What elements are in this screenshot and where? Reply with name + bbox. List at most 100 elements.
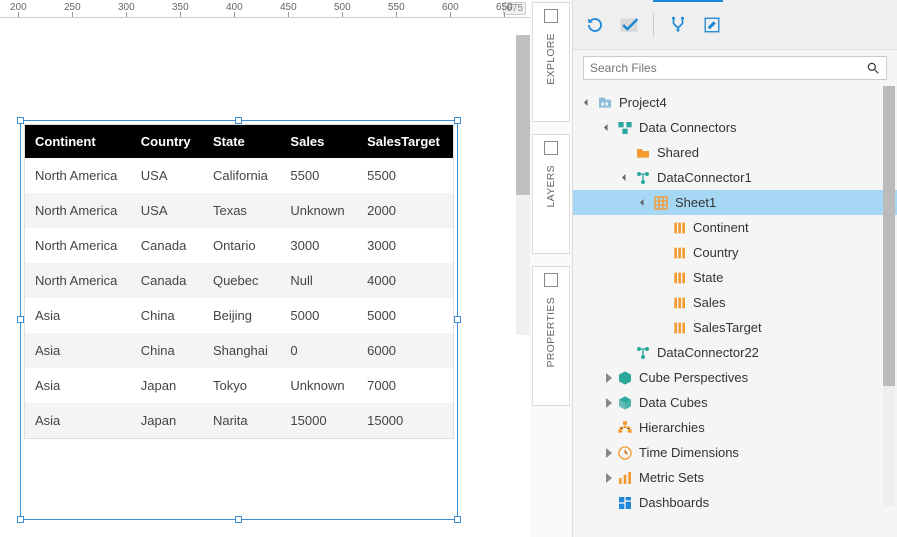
- resize-handle[interactable]: [17, 117, 24, 124]
- table-cell: Quebec: [203, 263, 280, 298]
- tree-item[interactable]: Sales: [573, 290, 897, 315]
- canvas-scrollbar[interactable]: [516, 35, 530, 335]
- tree-item[interactable]: Hierarchies: [573, 415, 897, 440]
- table-cell: Ontario: [203, 228, 280, 263]
- tree-label: Sheet1: [675, 195, 716, 210]
- tree-item[interactable]: Metric Sets: [573, 465, 897, 490]
- column-header[interactable]: Sales: [280, 125, 357, 158]
- expand-arrow-icon[interactable]: [639, 198, 649, 208]
- resize-handle[interactable]: [17, 516, 24, 523]
- resize-handle[interactable]: [454, 117, 461, 124]
- tree-item[interactable]: Sheet1: [573, 190, 897, 215]
- tree-label: DataConnector1: [657, 170, 752, 185]
- table-cell: North America: [25, 193, 131, 228]
- tree-project-root[interactable]: Project4: [573, 90, 897, 115]
- edit-icon[interactable]: [702, 15, 722, 35]
- table-cell: Beijing: [203, 298, 280, 333]
- explorer-toolbar: [573, 0, 897, 50]
- search-input[interactable]: [590, 61, 866, 75]
- table-cell: Canada: [131, 263, 203, 298]
- connector-icon: [635, 345, 651, 361]
- resize-handle[interactable]: [235, 117, 242, 124]
- tree-item[interactable]: Time Dimensions: [573, 440, 897, 465]
- sheet-icon: [653, 195, 669, 211]
- explorer-tree[interactable]: Project4 Data Connectors Shared DataConnec…: [573, 86, 897, 525]
- column-header[interactable]: Continent: [25, 125, 131, 158]
- expand-arrow-icon[interactable]: [603, 398, 613, 408]
- scrollbar-thumb[interactable]: [516, 35, 530, 195]
- column-header[interactable]: SalesTarget: [357, 125, 453, 158]
- table-row[interactable]: North AmericaCanadaQuebecNull4000: [25, 263, 453, 298]
- table-cell: 15000: [357, 403, 453, 438]
- resize-handle[interactable]: [235, 516, 242, 523]
- table-cell: North America: [25, 158, 131, 193]
- table-row[interactable]: North AmericaUSATexasUnknown2000: [25, 193, 453, 228]
- resize-handle[interactable]: [17, 316, 24, 323]
- design-canvas[interactable]: 675 200250300350400450500550600650 Conti…: [0, 0, 530, 537]
- expand-arrow-icon[interactable]: [603, 123, 613, 133]
- refresh-icon[interactable]: [585, 15, 605, 35]
- tree-label: Time Dimensions: [639, 445, 739, 460]
- side-tab-label: LAYERS: [545, 157, 557, 213]
- tree-item[interactable]: Continent: [573, 215, 897, 240]
- column-header[interactable]: Country: [131, 125, 203, 158]
- expand-arrow-icon[interactable]: [603, 473, 613, 483]
- side-tab-properties[interactable]: PROPERTIES: [532, 266, 570, 406]
- search-icon[interactable]: [866, 61, 880, 75]
- field-icon: [671, 270, 687, 286]
- column-header[interactable]: State: [203, 125, 280, 158]
- table-cell: 4000: [357, 263, 453, 298]
- table-cell: 5500: [357, 158, 453, 193]
- tree-item[interactable]: SalesTarget: [573, 315, 897, 340]
- table-row[interactable]: North AmericaUSACalifornia55005500: [25, 158, 453, 193]
- tree-item[interactable]: Shared: [573, 140, 897, 165]
- table-cell: Null: [280, 263, 357, 298]
- table-row[interactable]: AsiaJapanNarita1500015000: [25, 403, 453, 438]
- data-table[interactable]: ContinentCountryStateSalesSalesTarget No…: [24, 124, 454, 439]
- table-cell: 3000: [280, 228, 357, 263]
- tree-item[interactable]: DataConnector22: [573, 340, 897, 365]
- field-icon: [671, 295, 687, 311]
- tree-label: Metric Sets: [639, 470, 704, 485]
- tree-item[interactable]: Cube Perspectives: [573, 365, 897, 390]
- table-cell: Japan: [131, 403, 203, 438]
- tree-item[interactable]: Data Connectors: [573, 115, 897, 140]
- tree-item[interactable]: Data Cubes: [573, 390, 897, 415]
- metric-icon: [617, 470, 633, 486]
- tree-item[interactable]: Country: [573, 240, 897, 265]
- tree-label: Hierarchies: [639, 420, 705, 435]
- checkmark-icon[interactable]: [619, 15, 639, 35]
- connector-icon: [635, 170, 651, 186]
- expand-arrow-icon[interactable]: [603, 448, 613, 458]
- side-tab-layers[interactable]: LAYERS: [532, 134, 570, 254]
- table-row[interactable]: North AmericaCanadaOntario30003000: [25, 228, 453, 263]
- scrollbar-thumb[interactable]: [883, 86, 895, 386]
- tree-label: Data Connectors: [639, 120, 737, 135]
- expand-arrow-icon[interactable]: [603, 373, 613, 383]
- table-row[interactable]: AsiaChinaBeijing50005000: [25, 298, 453, 333]
- table-row[interactable]: AsiaChinaShanghai06000: [25, 333, 453, 368]
- table-row[interactable]: AsiaJapanTokyoUnknown7000: [25, 368, 453, 403]
- table-cell: Narita: [203, 403, 280, 438]
- side-tab-explore[interactable]: EXPLORE: [532, 2, 570, 122]
- time-icon: [617, 445, 633, 461]
- tree-label: State: [693, 270, 723, 285]
- expand-arrow-icon[interactable]: [621, 173, 631, 183]
- merge-icon[interactable]: [668, 15, 688, 35]
- tree-label: Data Cubes: [639, 395, 708, 410]
- panel-collapse-icon: [544, 273, 558, 287]
- tree-label: Sales: [693, 295, 726, 310]
- tree-label: Shared: [657, 145, 699, 160]
- table-cell: North America: [25, 228, 131, 263]
- tree-scrollbar[interactable]: [883, 86, 895, 506]
- tree-item[interactable]: DataConnector1: [573, 165, 897, 190]
- table-cell: Tokyo: [203, 368, 280, 403]
- search-box[interactable]: [583, 56, 887, 80]
- table-cell: 5000: [280, 298, 357, 333]
- tree-item[interactable]: Dashboards: [573, 490, 897, 515]
- expand-arrow-icon[interactable]: [583, 98, 593, 108]
- field-icon: [671, 220, 687, 236]
- resize-handle[interactable]: [454, 316, 461, 323]
- resize-handle[interactable]: [454, 516, 461, 523]
- tree-item[interactable]: State: [573, 265, 897, 290]
